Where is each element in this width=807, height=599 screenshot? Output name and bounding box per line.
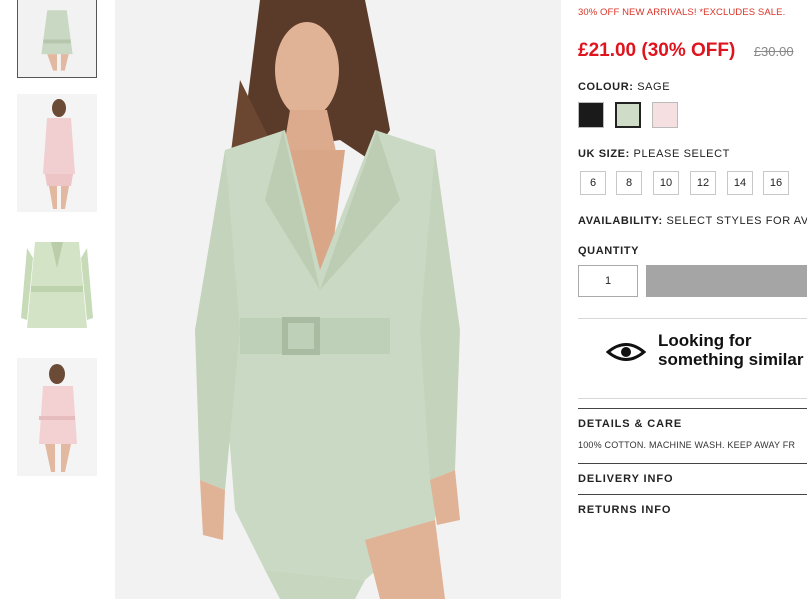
size-option[interactable]: 10 xyxy=(653,171,679,195)
returns-info-accordion[interactable]: RETURNS INFO xyxy=(578,504,671,516)
divider xyxy=(578,494,807,495)
colour-label: COLOUR: SAGE xyxy=(578,81,670,93)
thumbnail-sage-flat[interactable] xyxy=(17,228,97,346)
quantity-input[interactable]: 1 xyxy=(578,265,638,297)
size-label: UK SIZE: PLEASE SELECT xyxy=(578,148,730,160)
similar-text: Looking for something similar xyxy=(658,331,803,369)
model-photo xyxy=(115,0,561,599)
thumbnail-image xyxy=(18,0,96,77)
swatch-sage[interactable] xyxy=(615,102,641,128)
thumbnail-image xyxy=(17,358,97,476)
main-product-image[interactable] xyxy=(115,0,561,599)
product-details-panel: 30% OFF NEW ARRIVALS! *EXCLUDES SALE. £2… xyxy=(578,0,807,599)
colour-key: COLOUR: xyxy=(578,81,634,93)
thumbnail-pink-front[interactable] xyxy=(17,358,97,476)
delivery-info-accordion[interactable]: DELIVERY INFO xyxy=(578,473,673,485)
similar-line-2: something similar xyxy=(658,350,804,369)
colour-value: SAGE xyxy=(637,81,671,93)
divider xyxy=(578,463,807,464)
thumbnail-pink-back[interactable] xyxy=(17,94,97,212)
size-option[interactable]: 12 xyxy=(690,171,716,195)
current-price: £21.00 (30% OFF) xyxy=(578,40,736,61)
original-price: £30.00 xyxy=(753,44,794,59)
swatch-pink[interactable] xyxy=(652,102,678,128)
size-option[interactable]: 14 xyxy=(727,171,753,195)
price-row: £21.00 (30% OFF) £30.00 xyxy=(578,40,794,62)
quantity-label: QUANTITY xyxy=(578,245,640,257)
size-option[interactable]: 16 xyxy=(763,171,789,195)
promo-banner[interactable]: 30% OFF NEW ARRIVALS! *EXCLUDES SALE. xyxy=(578,7,785,18)
eye-icon xyxy=(606,343,646,361)
availability-row: AVAILABILITY: SELECT STYLES FOR AVAIL xyxy=(578,215,807,227)
similar-line-1: Looking for xyxy=(658,331,752,350)
add-to-bag-button[interactable] xyxy=(646,265,807,297)
thumbnail-image xyxy=(17,228,97,346)
size-value: PLEASE SELECT xyxy=(633,148,730,160)
size-option[interactable]: 8 xyxy=(616,171,642,195)
availability-key: AVAILABILITY: xyxy=(578,215,663,227)
size-key: UK SIZE: xyxy=(578,148,630,160)
details-care-accordion[interactable]: DETAILS & CARE xyxy=(578,418,682,430)
divider xyxy=(578,318,807,319)
details-care-text: 100% COTTON. MACHINE WASH. KEEP AWAY FR xyxy=(578,440,796,450)
size-option[interactable]: 6 xyxy=(580,171,606,195)
thumbnail-image xyxy=(17,94,97,212)
swatch-black[interactable] xyxy=(578,102,604,128)
divider xyxy=(578,398,807,399)
thumbnail-sage-front[interactable] xyxy=(17,0,97,78)
availability-value: SELECT STYLES FOR AVAIL xyxy=(666,215,807,227)
divider xyxy=(578,408,807,409)
